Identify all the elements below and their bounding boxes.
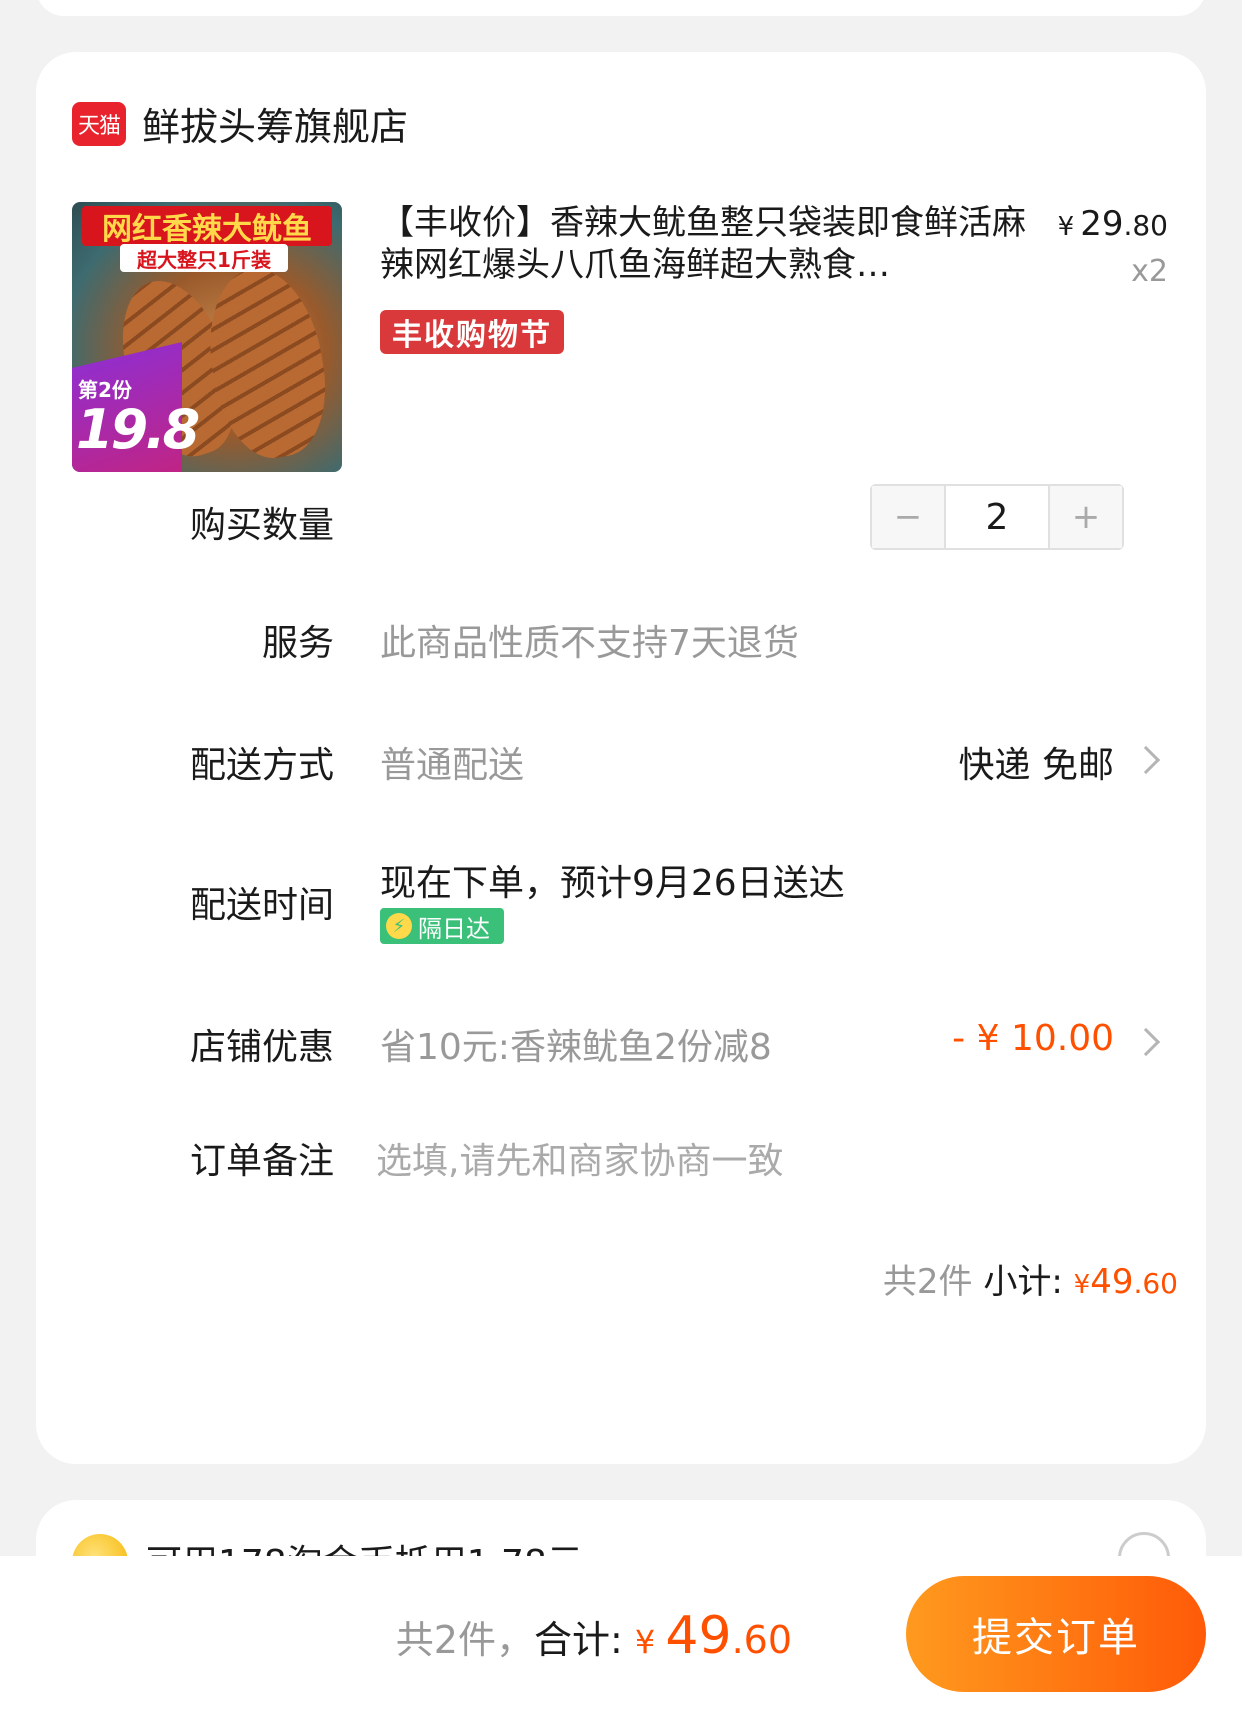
tmall-logo-icon: 天猫 <box>72 101 126 146</box>
subtotal-decimal: .60 <box>1133 1267 1178 1300</box>
price-decimal: .80 <box>1123 209 1168 242</box>
total-label: 合计: <box>533 1618 623 1662</box>
discount-value[interactable]: 省10元:香辣鱿鱼2份减8 <box>380 1018 772 1070</box>
shop-name[interactable]: 鲜拔头筹旗舰店 <box>142 96 408 151</box>
shop-header[interactable]: 天猫 鲜拔头筹旗舰店 <box>72 96 408 151</box>
subtotal-integer: 49 <box>1090 1262 1134 1302</box>
shipping-label: 配送方式 <box>189 745 334 786</box>
order-note-input[interactable]: 选填,请先和商家协商一致 <box>376 1132 783 1184</box>
subtotal-symbol: ¥ <box>1073 1270 1091 1300</box>
total-count: 共2件， <box>395 1618 534 1662</box>
discount-label: 店铺优惠 <box>189 1027 334 1068</box>
service-label: 服务 <box>261 623 334 664</box>
order-note-label: 订单备注 <box>189 1141 334 1182</box>
order-total: 共2件，合计: ¥ 49.60 <box>396 1606 792 1666</box>
submit-order-button[interactable]: 提交订单 <box>906 1576 1206 1692</box>
subtotal-count: 共2件 <box>882 1262 973 1302</box>
decrease-button[interactable]: − <box>872 486 944 548</box>
previous-card <box>36 0 1206 16</box>
shipping-value[interactable]: 普通配送 <box>380 736 524 788</box>
chevron-right-icon[interactable] <box>1131 745 1161 775</box>
checkout-bar: 共2件，合计: ¥ 49.60 提交订单 <box>0 1556 1242 1718</box>
image-sub-banner: 超大整只1斤装 <box>120 244 288 272</box>
image-promo-price: 19.8 <box>76 398 200 461</box>
total-decimal: .60 <box>731 1618 792 1662</box>
subtotal-label: 小计: <box>983 1262 1063 1302</box>
price-symbol: ¥ <box>1057 212 1075 242</box>
chevron-right-icon[interactable] <box>1131 1027 1161 1057</box>
delivery-time-value: 现在下单，预计9月26日送达 <box>380 863 845 904</box>
lightning-icon: ⚡ <box>386 913 412 939</box>
next-day-label: 隔日达 <box>418 914 490 943</box>
promo-tag: 丰收购物节 <box>380 310 564 354</box>
item-quantity: x2 <box>1131 254 1168 289</box>
next-day-badge: ⚡ 隔日达 <box>380 908 504 944</box>
discount-amount[interactable]: - ¥ 10.00 <box>952 1018 1114 1059</box>
shop-order-card: 天猫 鲜拔头筹旗舰店 网红香辣大鱿鱼 超大整只1斤装 第2份 19.8 【丰收价… <box>36 52 1206 1464</box>
quantity-stepper[interactable]: − 2 + <box>870 484 1124 550</box>
product-image[interactable]: 网红香辣大鱿鱼 超大整只1斤装 第2份 19.8 <box>72 202 342 472</box>
price-integer: 29 <box>1080 204 1124 244</box>
delivery-time-label: 配送时间 <box>189 885 334 926</box>
total-integer: 49 <box>665 1606 732 1666</box>
service-value: 此商品性质不支持7天退货 <box>380 623 799 664</box>
quantity-value[interactable]: 2 <box>944 486 1050 548</box>
unit-price: ¥29.80 x2 <box>1058 204 1168 289</box>
product-title[interactable]: 【丰收价】香辣大鱿鱼整只袋装即食鲜活麻辣网红爆头八爪鱼海鲜超大熟食… <box>380 202 1050 286</box>
total-symbol: ¥ <box>634 1623 666 1661</box>
increase-button[interactable]: + <box>1050 486 1122 548</box>
image-banner: 网红香辣大鱿鱼 <box>82 206 332 247</box>
quantity-label: 购买数量 <box>189 505 334 546</box>
shipping-option[interactable]: 快递 免邮 <box>959 736 1114 788</box>
shop-subtotal: 共2件 小计: ¥49.60 <box>883 1254 1178 1303</box>
